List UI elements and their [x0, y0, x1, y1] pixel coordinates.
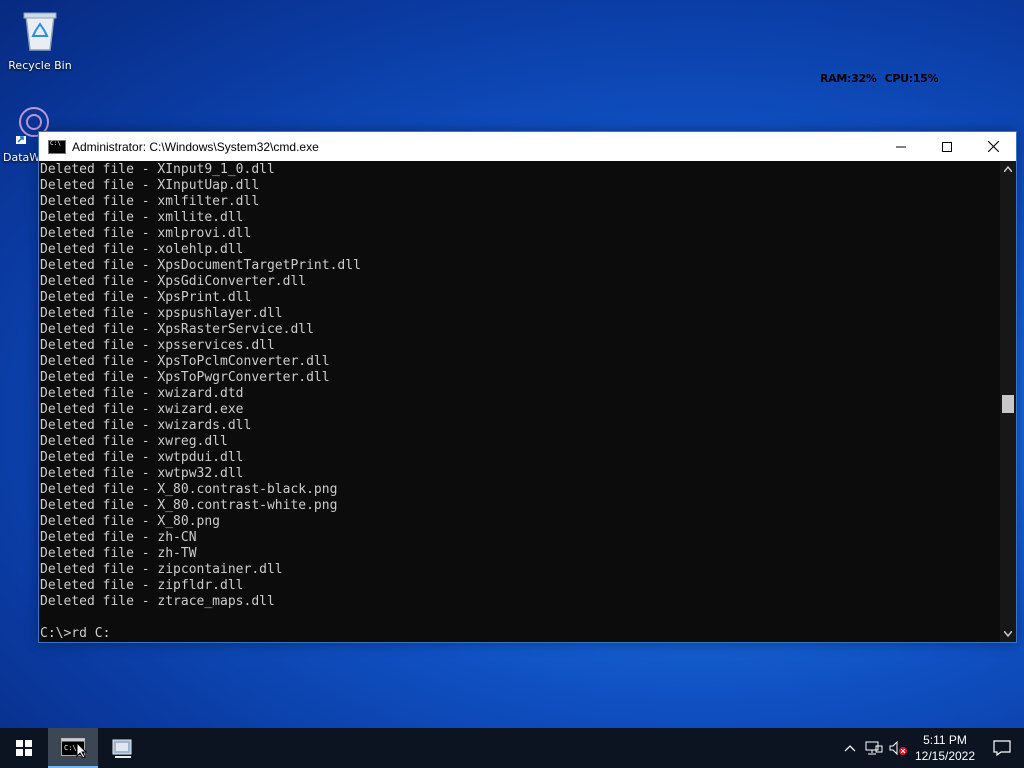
console-line: Deleted file - ztrace_maps.dll [40, 594, 275, 609]
windows-logo-icon [16, 740, 32, 756]
console-line: Deleted file - zh-TW [40, 546, 197, 561]
chevron-down-icon [1004, 631, 1012, 637]
taskbar-cmd-button[interactable]: C:\ [48, 728, 98, 768]
console-line: Deleted file - XpsToPclmConverter.dll [40, 354, 330, 369]
server-manager-icon [112, 739, 132, 758]
console-line: Deleted file - xwizards.dll [40, 418, 252, 433]
network-tray-button[interactable] [862, 728, 886, 768]
console-line: Deleted file - xolehlp.dll [40, 242, 244, 257]
svg-text:C:\: C:\ [64, 744, 77, 752]
network-icon [865, 741, 883, 755]
console-line: Deleted file - zh-CN [40, 530, 197, 545]
clock-time: 5:11 PM [923, 733, 967, 747]
notification-icon [993, 740, 1011, 756]
chevron-up-icon [1004, 166, 1012, 172]
taskbar: C:\ 5:11 PM 12/15/2022 [0, 728, 1024, 768]
start-button[interactable] [0, 728, 48, 768]
mouse-cursor-icon [76, 742, 88, 758]
show-hidden-icons-button[interactable] [838, 728, 862, 768]
console-line: Deleted file - xmllite.dll [40, 210, 244, 225]
recycle-bin-desktop-icon[interactable]: Recycle Bin [2, 8, 78, 72]
volume-muted-icon [889, 740, 907, 756]
maximize-button[interactable] [924, 132, 970, 161]
console-line: Deleted file - xwizard.exe [40, 402, 244, 417]
console-line: Deleted file - XpsToPwgrConverter.dll [40, 370, 330, 385]
console-line: Deleted file - xwtpw32.dll [40, 466, 244, 481]
recycle-bin-icon [2, 8, 78, 55]
console-line: Deleted file - xpsservices.dll [40, 338, 275, 353]
console-line: Deleted file - zipfldr.dll [40, 578, 244, 593]
recycle-bin-label: Recycle Bin [8, 59, 72, 72]
ram-usage: RAM:32% [820, 72, 877, 85]
console-output[interactable]: Deleted file - XInput9_1_0.dll Deleted fi… [39, 161, 1000, 642]
system-monitor-overlay: RAM:32% CPU:15% [820, 72, 946, 85]
minimize-icon [896, 146, 906, 147]
clock-date: 12/15/2022 [914, 749, 976, 763]
console-line: Deleted file - XpsGdiConverter.dll [40, 274, 307, 289]
console-line: Deleted file - xmlfilter.dll [40, 194, 260, 209]
console-line: Deleted file - XpsDocumentTargetPrint.dl… [40, 258, 361, 273]
console-line: Deleted file - X_80.png [40, 514, 221, 529]
console-line: Deleted file - X_80.contrast-white.png [40, 498, 338, 513]
scrollbar-thumb[interactable] [1002, 395, 1014, 413]
console-line: Deleted file - XpsPrint.dll [40, 290, 252, 305]
console-line: Deleted file - xwreg.dll [40, 434, 228, 449]
close-button[interactable] [970, 132, 1016, 161]
action-center-button[interactable] [980, 728, 1024, 768]
console-line: C:\>rd C: [40, 626, 111, 641]
clock[interactable]: 5:11 PM 12/15/2022 [910, 732, 980, 764]
console-line: Deleted file - XpsRasterService.dll [40, 322, 314, 337]
title-bar[interactable]: Administrator: C:\Windows\System32\cmd.e… [39, 132, 1016, 161]
console-line: Deleted file - X_80.contrast-black.png [40, 482, 338, 497]
chevron-up-icon [844, 745, 856, 752]
vertical-scrollbar[interactable] [1000, 161, 1016, 642]
cmd-window[interactable]: Administrator: C:\Windows\System32\cmd.e… [38, 131, 1017, 643]
cpu-usage: CPU:15% [884, 72, 939, 85]
maximize-icon [942, 141, 952, 152]
console-line: Deleted file - zipcontainer.dll [40, 562, 283, 577]
scroll-down-button[interactable] [1000, 626, 1016, 642]
close-icon [987, 141, 999, 152]
volume-tray-button[interactable] [886, 728, 910, 768]
console-line: Deleted file - xwizard.dtd [40, 386, 244, 401]
minimize-button[interactable] [878, 132, 924, 161]
scroll-up-button[interactable] [1000, 161, 1016, 177]
console-line: Deleted file - xmlprovi.dll [40, 226, 252, 241]
console-line: Deleted file - XInputUap.dll [40, 178, 260, 193]
window-title: Administrator: C:\Windows\System32\cmd.e… [72, 139, 319, 154]
console-line: Deleted file - xpspushlayer.dll [40, 306, 283, 321]
console-line: Deleted file - XInput9_1_0.dll [40, 162, 275, 177]
taskbar-server-manager-button[interactable] [98, 728, 148, 768]
console-line: Deleted file - xwtpdui.dll [40, 450, 244, 465]
cmd-app-icon[interactable] [48, 139, 66, 154]
system-tray: 5:11 PM 12/15/2022 [838, 728, 1024, 768]
